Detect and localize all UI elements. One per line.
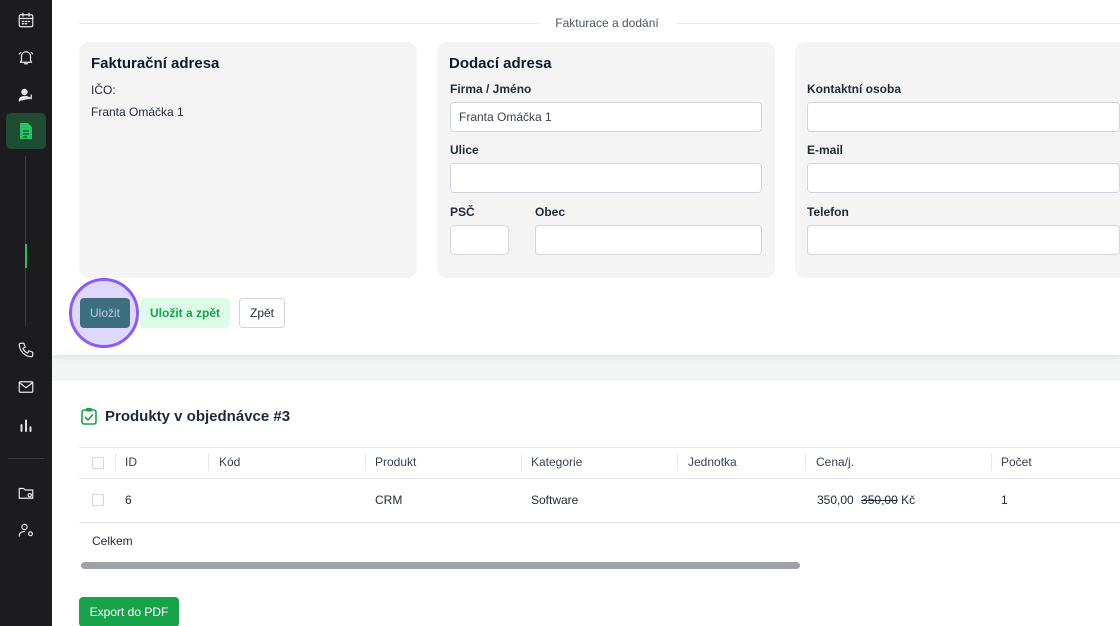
chart-icon[interactable] bbox=[14, 413, 38, 437]
mail-icon[interactable] bbox=[14, 375, 38, 399]
column-separator bbox=[208, 453, 209, 471]
horizontal-scrollbar[interactable] bbox=[81, 562, 800, 569]
document-icon[interactable] bbox=[6, 113, 46, 149]
calendar-icon[interactable] bbox=[14, 8, 38, 32]
back-button[interactable]: Zpět bbox=[239, 298, 285, 328]
cell-category: Software bbox=[531, 493, 579, 507]
column-header-category[interactable]: Kategorie bbox=[531, 455, 582, 469]
billing-ico-label: IČO: bbox=[91, 83, 116, 97]
save-and-back-button[interactable]: Uložit a zpět bbox=[140, 298, 230, 328]
sidebar bbox=[0, 0, 52, 626]
company-input[interactable] bbox=[450, 102, 762, 132]
select-all-checkbox[interactable] bbox=[92, 457, 104, 469]
save-button[interactable]: Uložit bbox=[80, 298, 130, 328]
products-title: Produkty v objednávce #3 bbox=[105, 408, 291, 425]
phone-label: Telefon bbox=[807, 205, 849, 219]
column-header-product[interactable]: Produkt bbox=[375, 455, 416, 469]
folder-icon[interactable] bbox=[14, 481, 38, 505]
table-border bbox=[79, 522, 1120, 523]
phone-input[interactable] bbox=[807, 225, 1120, 255]
price-currency: Kč bbox=[901, 493, 916, 507]
row-checkbox[interactable] bbox=[92, 494, 104, 506]
street-input[interactable] bbox=[450, 163, 762, 193]
export-pdf-button[interactable]: Export do PDF bbox=[79, 597, 179, 626]
delivery-address-title: Dodací adresa bbox=[449, 55, 552, 72]
column-header-code[interactable]: Kód bbox=[219, 455, 240, 469]
column-header-id[interactable]: ID bbox=[125, 455, 137, 469]
clipboard-check-icon bbox=[81, 408, 97, 425]
price-current: 350,00 bbox=[817, 493, 854, 507]
user-icon[interactable] bbox=[14, 83, 38, 107]
total-label: Celkem bbox=[92, 534, 133, 548]
column-separator bbox=[365, 453, 366, 471]
zip-label: PSČ bbox=[450, 205, 475, 219]
email-label: E-mail bbox=[807, 143, 844, 157]
cell-count: 1 bbox=[1001, 493, 1008, 507]
column-separator bbox=[115, 453, 116, 471]
section-divider bbox=[79, 23, 539, 24]
zip-input[interactable] bbox=[450, 225, 509, 255]
contact-person-label: Kontaktní osoba bbox=[807, 82, 902, 96]
billing-address-card: Fakturační adresa IČO: Franta Omáčka 1 bbox=[79, 42, 417, 278]
column-separator bbox=[677, 453, 678, 471]
column-separator bbox=[805, 453, 806, 471]
sidebar-divider bbox=[8, 458, 44, 459]
billing-address-title: Fakturační adresa bbox=[91, 55, 220, 72]
cell-id: 6 bbox=[125, 493, 132, 507]
column-separator bbox=[991, 453, 992, 471]
billing-delivery-panel: Fakturace a dodání Fakturační adresa IČO… bbox=[52, 0, 1120, 355]
sidebar-track-indicator bbox=[25, 244, 27, 268]
table-border bbox=[79, 478, 1120, 479]
bell-icon[interactable] bbox=[14, 45, 38, 69]
table-border bbox=[79, 447, 1120, 448]
products-panel: Produkty v objednávce #3 ID Kód Produkt … bbox=[52, 381, 1120, 626]
phone-icon[interactable] bbox=[14, 338, 38, 362]
street-label: Ulice bbox=[450, 143, 479, 157]
contact-person-input[interactable] bbox=[807, 102, 1120, 132]
section-title: Fakturace a dodání bbox=[555, 16, 659, 30]
section-divider bbox=[676, 23, 1120, 24]
user-settings-icon[interactable] bbox=[14, 518, 38, 542]
column-header-count[interactable]: Počet bbox=[1001, 455, 1032, 469]
column-header-price[interactable]: Cena/j. bbox=[816, 455, 854, 469]
city-input[interactable] bbox=[535, 225, 762, 255]
billing-name: Franta Omáčka 1 bbox=[91, 105, 184, 119]
email-input[interactable] bbox=[807, 163, 1120, 193]
cell-product: CRM bbox=[375, 493, 403, 507]
sidebar-track bbox=[25, 156, 26, 326]
cell-price: 350,00 350,00 Kč bbox=[817, 493, 915, 507]
delivery-address-card: Dodací adresa Firma / Jméno Ulice PSČ Ob… bbox=[437, 42, 775, 278]
column-separator bbox=[521, 453, 522, 471]
contact-card: Kontaktní osoba E-mail Telefon bbox=[795, 42, 1120, 278]
price-old: 350,00 bbox=[861, 493, 898, 507]
column-header-unit[interactable]: Jednotka bbox=[688, 455, 737, 469]
company-label: Firma / Jméno bbox=[450, 82, 532, 96]
city-label: Obec bbox=[535, 205, 566, 219]
